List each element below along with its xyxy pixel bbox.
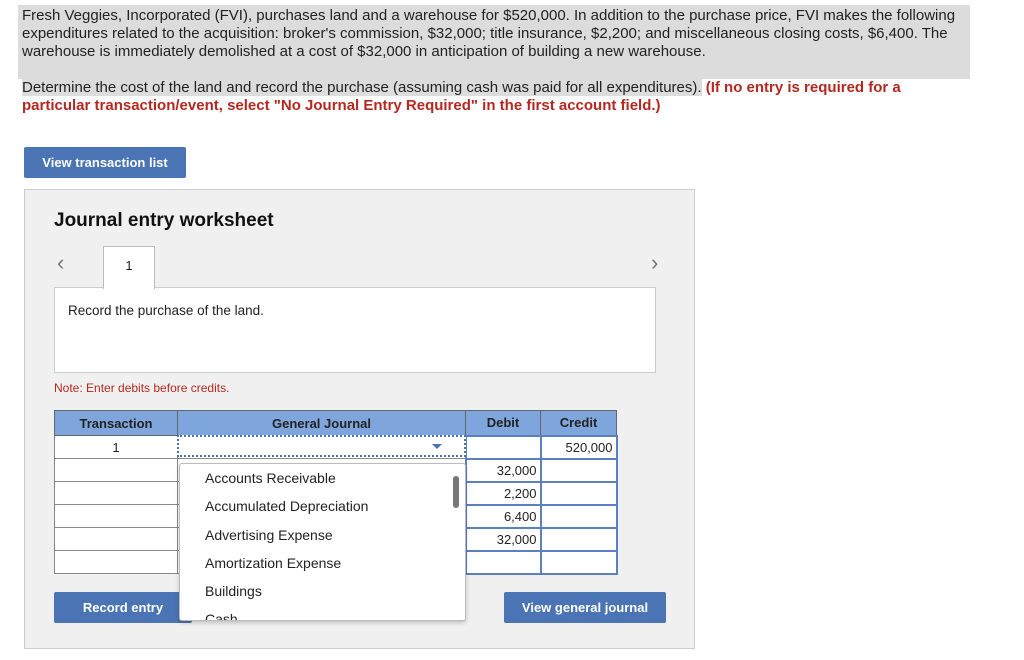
debit-input[interactable]: 2,200 (464, 480, 542, 506)
credit-input[interactable] (539, 457, 618, 483)
entry-description: Record the purchase of the land. (54, 287, 656, 373)
view-general-journal-button[interactable]: View general journal (504, 592, 666, 623)
debit-input[interactable] (464, 434, 542, 460)
question-text: Fresh Veggies, Incorporated (FVI), purch… (18, 5, 970, 79)
tab-1[interactable]: 1 (103, 246, 155, 289)
credit-input[interactable] (539, 480, 618, 506)
option-accounts-receivable[interactable]: Accounts Receivable (180, 464, 465, 492)
header-transaction: Transaction (54, 410, 178, 436)
caret-down-icon (432, 444, 442, 449)
transaction-cell (54, 550, 178, 574)
instruction-text: Determine the cost of the land and recor… (22, 79, 702, 96)
transaction-cell (54, 504, 178, 528)
transaction-cell (54, 481, 178, 505)
worksheet-title: Journal entry worksheet (54, 210, 274, 231)
record-entry-button[interactable]: Record entry (54, 592, 192, 623)
debit-input[interactable]: 32,000 (464, 526, 542, 552)
debits-note: Note: Enter debits before credits. (54, 381, 230, 395)
header-credit: Credit (540, 410, 617, 436)
option-cash[interactable]: Cash (180, 605, 465, 620)
option-accumulated-depreciation[interactable]: Accumulated Depreciation (180, 492, 465, 520)
account-dropdown[interactable]: Accounts Receivable Accumulated Deprecia… (179, 463, 466, 621)
transaction-cell (54, 458, 178, 482)
header-debit: Debit (465, 410, 541, 436)
credit-input[interactable] (539, 503, 618, 529)
debit-input[interactable]: 32,000 (464, 457, 542, 483)
option-advertising-expense[interactable]: Advertising Expense (180, 521, 465, 549)
transaction-cell: 1 (54, 435, 178, 459)
chevron-right-icon[interactable]: › (651, 250, 658, 276)
credit-input[interactable] (539, 526, 618, 552)
debit-input[interactable]: 6,400 (464, 503, 542, 529)
chevron-left-icon[interactable]: ‹ (57, 250, 64, 276)
option-amortization-expense[interactable]: Amortization Expense (180, 549, 465, 577)
credit-input[interactable] (539, 549, 618, 575)
header-general-journal: General Journal (177, 410, 466, 436)
option-buildings[interactable]: Buildings (180, 577, 465, 605)
view-transaction-list-button[interactable]: View transaction list (24, 147, 186, 178)
account-select[interactable] (177, 435, 466, 457)
transaction-cell (54, 527, 178, 551)
scrollbar[interactable] (453, 476, 459, 508)
debit-input[interactable] (464, 549, 542, 575)
instruction: Determine the cost of the land and recor… (22, 79, 962, 115)
credit-input[interactable]: 520,000 (539, 434, 618, 460)
